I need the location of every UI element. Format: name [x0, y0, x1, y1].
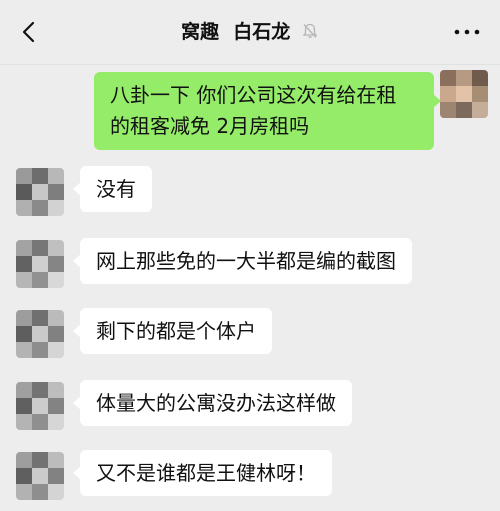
message-text: 没有	[96, 177, 136, 201]
my-avatar[interactable]	[440, 70, 488, 118]
contact-avatar[interactable]	[16, 168, 64, 216]
received-message-bubble[interactable]: 没有	[73, 166, 152, 212]
message-text-line: 八卦一下 你们公司这次有给在租	[110, 83, 397, 107]
chat-header: 窝趣 白石龙	[0, 0, 500, 65]
contact-avatar[interactable]	[16, 452, 64, 500]
received-message-bubble[interactable]: 又不是谁都是王健林呀！	[73, 450, 332, 496]
message-text: 体量大的公寓没办法这样做	[96, 391, 336, 415]
message-text-line: 的租客减免 2月房租吗	[110, 114, 310, 138]
chat-title: 窝趣 白石龙	[0, 0, 500, 64]
more-dots-icon[interactable]	[452, 24, 482, 40]
message-text: 又不是谁都是王健林呀！	[96, 461, 316, 485]
contact-avatar[interactable]	[16, 240, 64, 288]
message-text: 网上那些免的一大半都是编的截图	[96, 249, 396, 273]
contact-avatar[interactable]	[16, 382, 64, 430]
sent-message-bubble[interactable]: 八卦一下 你们公司这次有给在租 的租客减免 2月房租吗	[94, 72, 441, 150]
chat-title-location: 白石龙	[233, 21, 291, 43]
received-message-bubble[interactable]: 剩下的都是个体户	[73, 308, 272, 354]
muted-bell-icon	[302, 23, 318, 38]
received-message-bubble[interactable]: 网上那些免的一大半都是编的截图	[73, 238, 412, 284]
chevron-left-icon[interactable]	[18, 20, 42, 44]
contact-avatar[interactable]	[16, 310, 64, 358]
message-text: 剩下的都是个体户	[96, 319, 256, 343]
received-message-bubble[interactable]: 体量大的公寓没办法这样做	[73, 380, 352, 426]
chat-title-name: 窝趣	[181, 21, 220, 43]
